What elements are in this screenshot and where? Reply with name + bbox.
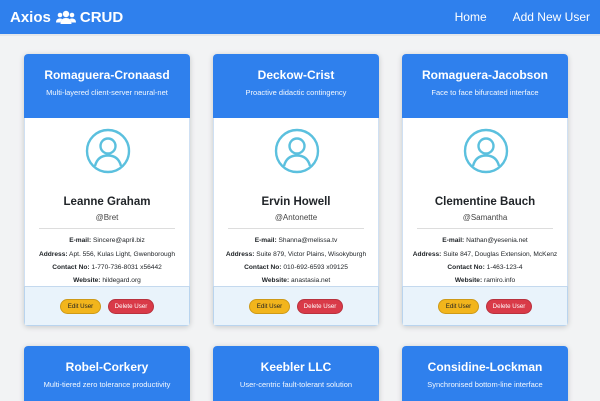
- user-handle: @Antonette: [274, 213, 318, 222]
- delete-user-button[interactable]: Delete User: [486, 298, 532, 314]
- address-value: Suite 879, Victor Plains, Wisokyburgh: [256, 251, 367, 258]
- user-circle-icon: [463, 128, 509, 174]
- company-name: Romaguera-Cronaasd: [44, 68, 170, 82]
- address-label: Address:: [412, 251, 442, 258]
- contact-value: 1-463-123-4: [486, 264, 523, 271]
- company-name: Robel-Corkery: [65, 360, 149, 374]
- user-handle: @Bret: [95, 213, 119, 222]
- card-header: Keebler LLC User-centric fault-tolerant …: [213, 346, 379, 401]
- card-header: Considine-Lockman Synchronised bottom-li…: [402, 346, 568, 401]
- navbar: Axios CRUD Home Add New User: [0, 0, 600, 34]
- user-card: Romaguera-Cronaasd Multi-layered client-…: [24, 54, 190, 326]
- company-name: Romaguera-Jacobson: [421, 68, 549, 82]
- divider: [39, 228, 175, 229]
- contact-line: Contact No: 010-692-6593 x09125: [214, 264, 378, 271]
- address-label: Address:: [38, 251, 68, 258]
- website-label: Website:: [73, 277, 101, 284]
- company-catch-phrase: Multi-tiered zero tolerance productivity: [43, 380, 171, 389]
- header-strip: [0, 34, 600, 36]
- contact-value: 1-770-736-8031 x56442: [91, 264, 162, 271]
- email-label: E-mail:: [69, 237, 92, 244]
- company-catch-phrase: Proactive didactic contingency: [245, 88, 347, 97]
- contact-label: Contact No:: [244, 264, 282, 271]
- email-label: E-mail:: [442, 237, 465, 244]
- company-catch-phrase: Synchronised bottom-line interface: [427, 380, 543, 389]
- users-icon: [55, 10, 76, 24]
- website-value: hildegard.org: [102, 277, 141, 284]
- user-name: Leanne Graham: [63, 196, 151, 208]
- contact-label: Contact No:: [52, 264, 90, 271]
- user-handle: @Samantha: [462, 213, 508, 222]
- card-header: Deckow-Crist Proactive didactic continge…: [213, 54, 379, 118]
- website-value: ramiro.info: [484, 277, 516, 284]
- divider: [228, 228, 364, 229]
- brand-prefix: Axios: [10, 8, 51, 26]
- user-card: Robel-Corkery Multi-tiered zero toleranc…: [24, 346, 190, 401]
- company-name: Considine-Lockman: [427, 360, 543, 374]
- card-footer: Edit User Delete User: [402, 286, 568, 326]
- brand-suffix: CRUD: [79, 8, 124, 26]
- company-catch-phrase: Face to face bifurcated interface: [431, 88, 539, 97]
- contact-label: Contact No:: [447, 264, 485, 271]
- nav-links: Home Add New User: [455, 10, 590, 24]
- card-header: Robel-Corkery Multi-tiered zero toleranc…: [24, 346, 190, 401]
- company-catch-phrase: User-centric fault-tolerant solution: [239, 380, 353, 389]
- contact-value: 010-692-6593 x09125: [283, 264, 348, 271]
- contact-line: Contact No: 1-463-123-4: [403, 264, 567, 271]
- email-value: Sincere@april.biz: [93, 237, 145, 244]
- card-footer: Edit User Delete User: [24, 286, 190, 326]
- email-value: Shanna@melissa.tv: [278, 237, 338, 244]
- delete-user-button[interactable]: Delete User: [297, 298, 343, 314]
- card-header: Romaguera-Cronaasd Multi-layered client-…: [24, 54, 190, 118]
- card-body: Leanne Graham @Bret E-mail: Sincere@apri…: [24, 118, 190, 286]
- nav-add-user-link[interactable]: Add New User: [513, 10, 590, 24]
- company-name: Keebler LLC: [260, 360, 332, 374]
- address-label: Address:: [225, 251, 255, 258]
- user-name: Clementine Bauch: [434, 196, 536, 208]
- user-card: Keebler LLC User-centric fault-tolerant …: [213, 346, 379, 401]
- website-value: anastasia.net: [290, 277, 331, 284]
- address-value: Suite 847, Douglas Extension, McKenz: [443, 251, 558, 258]
- website-label: Website:: [454, 277, 483, 284]
- address-line: Address: Suite 847, Douglas Extension, M…: [403, 251, 567, 258]
- card-body: Ervin Howell @Antonette E-mail: Shanna@m…: [213, 118, 379, 286]
- card-body: Clementine Bauch @Samantha E-mail: Natha…: [402, 118, 568, 286]
- user-card: Deckow-Crist Proactive didactic continge…: [213, 54, 379, 326]
- edit-user-button[interactable]: Edit User: [60, 298, 101, 314]
- user-name: Ervin Howell: [261, 196, 331, 208]
- divider: [417, 228, 553, 229]
- email-label: E-mail:: [254, 237, 277, 244]
- email-value: Nathan@yesenia.net: [466, 237, 528, 244]
- address-value: Apt. 556, Kulas Light, Gwenborough: [69, 251, 175, 258]
- card-header: Romaguera-Jacobson Face to face bifurcat…: [402, 54, 568, 118]
- website-label: Website:: [261, 277, 290, 284]
- email-line: E-mail: Sincere@april.biz: [25, 237, 189, 244]
- edit-user-button[interactable]: Edit User: [249, 298, 290, 314]
- user-card: Considine-Lockman Synchronised bottom-li…: [402, 346, 568, 401]
- website-line: Website: anastasia.net: [214, 277, 378, 284]
- company-catch-phrase: Multi-layered client-server neural-net: [46, 88, 168, 97]
- user-circle-icon: [274, 128, 320, 174]
- user-circle-icon: [85, 128, 131, 174]
- contact-line: Contact No: 1-770-736-8031 x56442: [25, 264, 189, 271]
- email-line: E-mail: Shanna@melissa.tv: [214, 237, 378, 244]
- company-name: Deckow-Crist: [257, 68, 335, 82]
- nav-home-link[interactable]: Home: [455, 10, 487, 24]
- website-line: Website: hildegard.org: [25, 277, 189, 284]
- edit-user-button[interactable]: Edit User: [438, 298, 479, 314]
- brand[interactable]: Axios CRUD: [10, 9, 123, 26]
- card-footer: Edit User Delete User: [213, 286, 379, 326]
- website-line: Website: ramiro.info: [403, 277, 567, 284]
- address-line: Address: Apt. 556, Kulas Light, Gwenboro…: [25, 251, 189, 258]
- delete-user-button[interactable]: Delete User: [108, 298, 154, 314]
- address-line: Address: Suite 879, Victor Plains, Wisok…: [214, 251, 378, 258]
- user-card: Romaguera-Jacobson Face to face bifurcat…: [402, 54, 568, 326]
- email-line: E-mail: Nathan@yesenia.net: [403, 237, 567, 244]
